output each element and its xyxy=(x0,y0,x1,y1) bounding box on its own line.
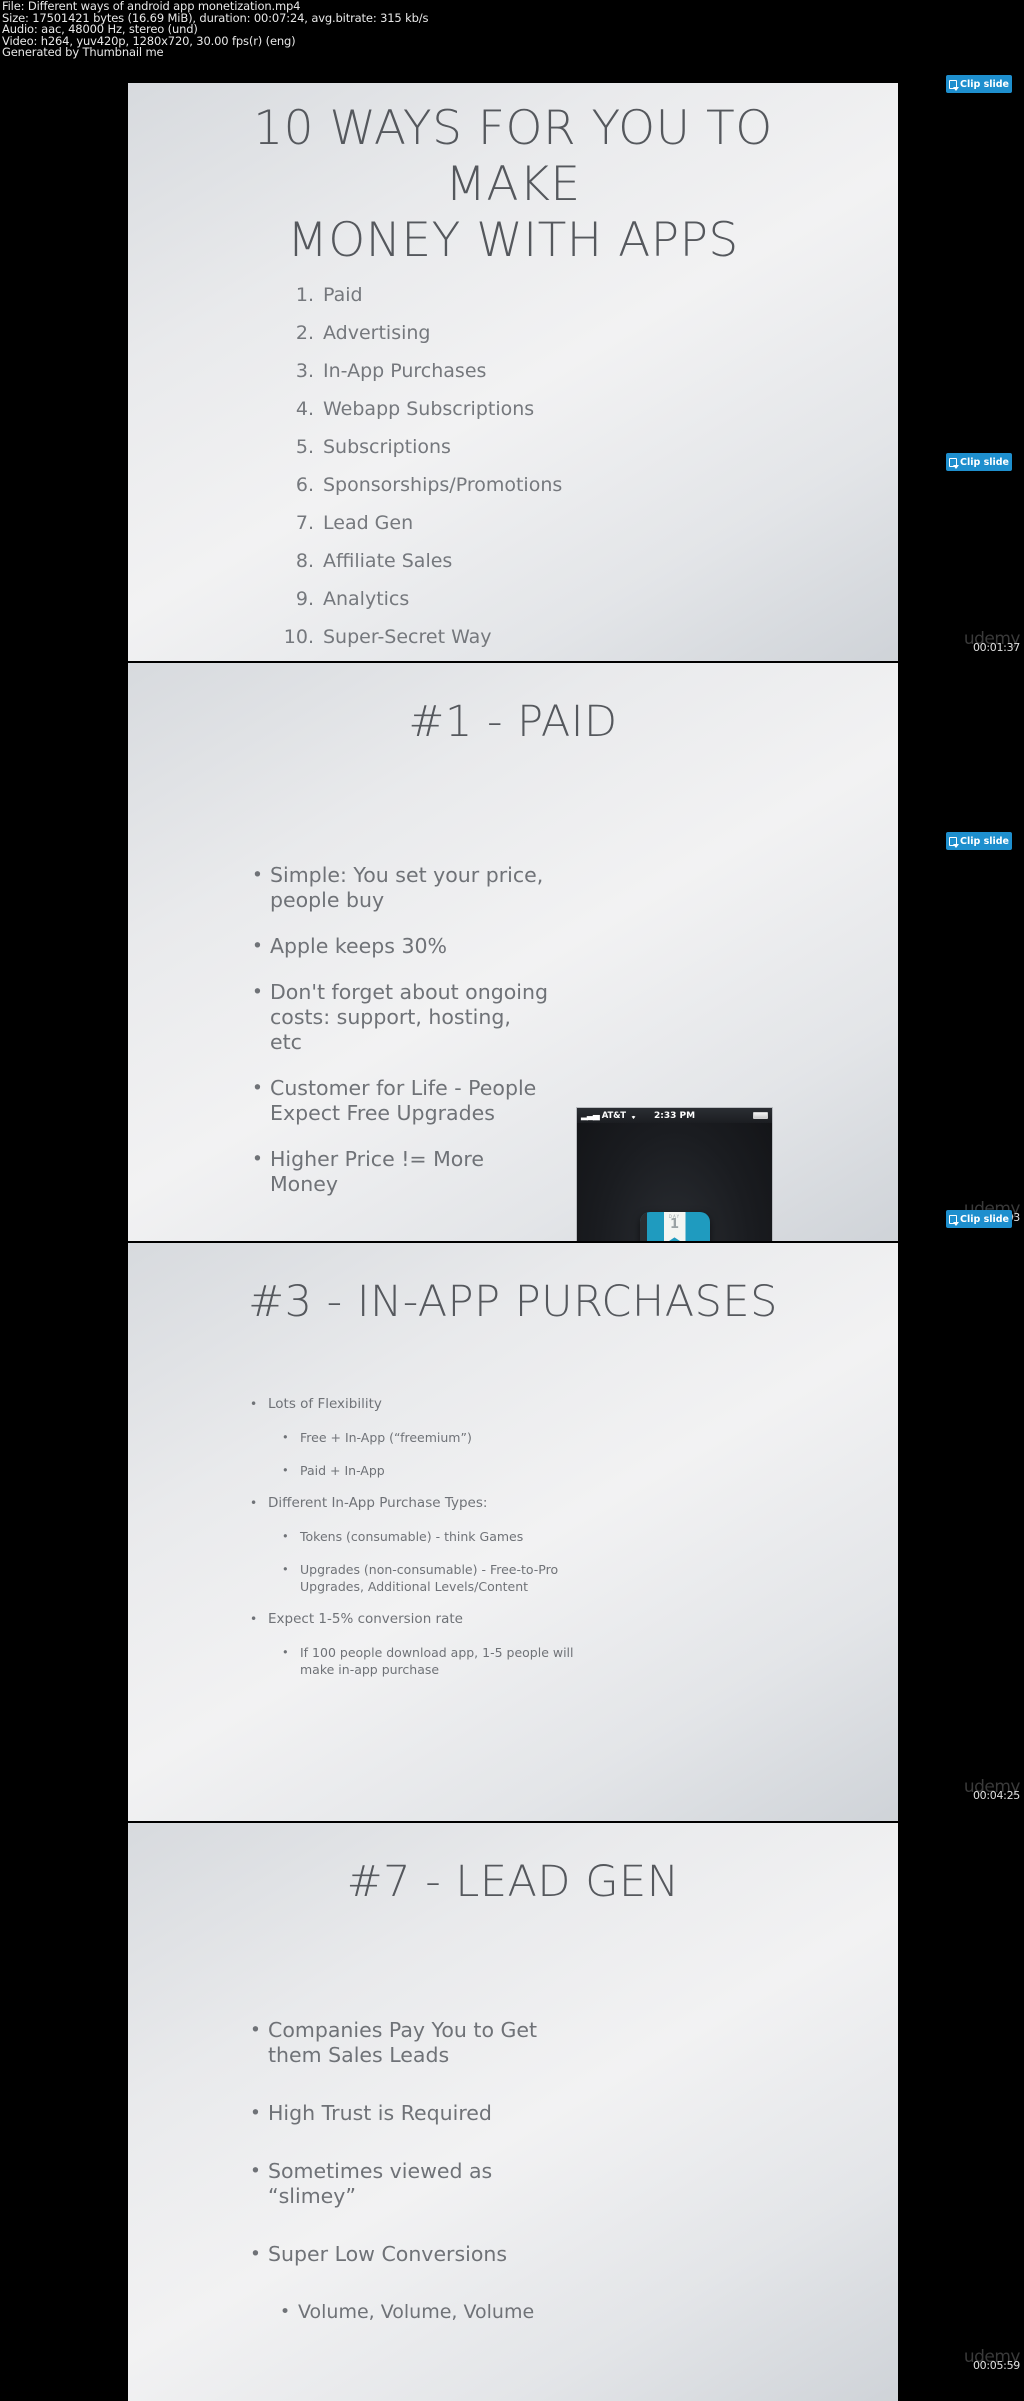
slide-thumbnail-4[interactable]: #7 - LEAD GEN Companies Pay You to Get t… xyxy=(128,1823,898,2401)
list-item-number: 1. xyxy=(295,284,314,306)
bullet-item: Volume, Volume, Volume xyxy=(276,2300,566,2325)
clip-slide-label: Clip slide xyxy=(959,1213,1009,1225)
list-item: 7. Lead Gen xyxy=(280,504,562,542)
bullet-item: Sometimes viewed as “slimey” xyxy=(246,2159,566,2209)
slide-grid: 10 WAYS FOR YOU TO MAKE MONEY WITH APPS … xyxy=(128,83,898,2401)
timestamp-badge-1: udemy 00:01:37 xyxy=(930,631,1024,655)
timestamp-value: 00:04:25 xyxy=(972,1789,1020,1802)
list-item-label: In-App Purchases xyxy=(323,360,487,382)
list-item-number: 3. xyxy=(295,360,314,382)
clip-slide-icon xyxy=(948,457,959,469)
slide-4-title: #7 - LEAD GEN xyxy=(346,1857,680,1907)
list-item-label: Subscriptions xyxy=(323,436,451,458)
bullet-item: Apple keeps 30% xyxy=(248,934,548,959)
list-item-number: 2. xyxy=(295,322,314,344)
list-item-label: Paid xyxy=(323,284,363,306)
right-rail: Clip slide udemy 00:01:37 Clip slide ude… xyxy=(930,0,1024,2387)
list-item-label: Webapp Subscriptions xyxy=(323,398,535,420)
slide-1-title-line-1: 10 WAYS FOR YOU TO MAKE xyxy=(253,101,773,212)
bullet-item: Paid + In-App xyxy=(278,1462,576,1479)
list-item-label: Sponsorships/Promotions xyxy=(323,474,563,496)
list-item: 5. Subscriptions xyxy=(280,428,562,466)
clip-slide-label: Clip slide xyxy=(959,456,1009,468)
list-item-label: Analytics xyxy=(323,588,410,610)
list-item: 8. Affiliate Sales xyxy=(280,542,562,580)
slide-2-title: #1 - PAID xyxy=(408,697,618,747)
list-item: 3. In-App Purchases xyxy=(280,352,562,390)
list-item: 2. Advertising xyxy=(280,314,562,352)
timestamp-value: 00:05:59 xyxy=(972,2359,1020,2372)
bullet-item: Expect 1-5% conversion rate xyxy=(246,1611,576,1628)
bullet-item: Tokens (consumable) - think Games xyxy=(278,1528,576,1545)
icon-ribbon: DAY 1 xyxy=(663,1211,686,1241)
clip-slide-button-4[interactable]: Clip slide xyxy=(946,1210,1012,1228)
list-item-number: 10. xyxy=(283,626,314,648)
slide-thumbnail-3[interactable]: #3 - IN-APP PURCHASES Lots of Flexibilit… xyxy=(128,1243,898,1821)
ribbon-number: 1 xyxy=(669,1216,680,1232)
clip-slide-button-3[interactable]: Clip slide xyxy=(946,832,1012,850)
bullet-item: Customer for Life - People Expect Free U… xyxy=(248,1076,548,1126)
clip-slide-icon xyxy=(948,836,959,848)
list-item: 1. Paid xyxy=(280,276,562,314)
list-item-label: Affiliate Sales xyxy=(323,550,453,572)
list-item-number: 4. xyxy=(295,398,314,420)
bullet-item: High Trust is Required xyxy=(246,2101,566,2126)
video-metadata: File: Different ways of android app mone… xyxy=(2,0,702,60)
bullet-item: Upgrades (non-consumable) - Free-to-Pro … xyxy=(278,1561,576,1595)
list-item-number: 6. xyxy=(295,474,314,496)
slide-3-bullets: Lots of Flexibility Free + In-App (“free… xyxy=(246,1396,576,1694)
slide-1-title: 10 WAYS FOR YOU TO MAKE MONEY WITH APPS xyxy=(128,101,898,269)
slide-2-bullets: Simple: You set your price, people buy A… xyxy=(248,863,548,1218)
bullet-item: Different In-App Purchase Types: xyxy=(246,1495,576,1512)
icon-spine xyxy=(639,1211,647,1241)
slide-1-numbered-list: 1. Paid 2. Advertising 3. In-App Purchases … xyxy=(280,276,563,656)
timestamp-badge-3: udemy 00:04:25 xyxy=(930,1779,1024,1803)
meta-line-generator: Generated by Thumbnail me xyxy=(2,45,164,60)
clip-slide-icon xyxy=(948,1214,959,1226)
list-item-number: 7. xyxy=(295,512,314,534)
day-one-app-icon: DAY 1 xyxy=(639,1211,710,1241)
bullet-item: Lots of Flexibility xyxy=(246,1396,576,1413)
list-item-number: 8. xyxy=(295,550,314,572)
list-item: 9. Analytics xyxy=(280,580,562,618)
clip-slide-button-2[interactable]: Clip slide xyxy=(946,453,1012,471)
clip-slide-icon xyxy=(948,79,959,91)
timestamp-value: 00:01:37 xyxy=(972,641,1020,654)
bullet-item: Don't forget about ongoing costs: suppor… xyxy=(248,980,548,1055)
list-item: 10. Super-Secret Way xyxy=(280,618,562,656)
list-item-label: Advertising xyxy=(323,322,431,344)
clip-slide-button-1[interactable]: Clip slide xyxy=(946,75,1012,93)
day-one-splash: DAY 1 DAY ONE xyxy=(577,1123,772,1241)
phone-screenshot-day-one: ▂▃▄ AT&T 2:33 PM DAY 1 xyxy=(576,1107,773,1241)
list-item-label: Lead Gen xyxy=(323,512,414,534)
list-item: 4. Webapp Subscriptions xyxy=(280,390,562,428)
slide-4-bullets: Companies Pay You to Get them Sales Lead… xyxy=(246,2018,566,2358)
list-item: 6. Sponsorships/Promotions xyxy=(280,466,562,504)
bullet-item: If 100 people download app, 1-5 people w… xyxy=(278,1644,576,1678)
battery-icon xyxy=(753,1112,768,1119)
status-clock: 2:33 PM xyxy=(653,1110,696,1121)
slide-thumbnail-1[interactable]: 10 WAYS FOR YOU TO MAKE MONEY WITH APPS … xyxy=(128,83,898,661)
clip-slide-label: Clip slide xyxy=(959,78,1009,90)
bullet-item: Free + In-App (“freemium”) xyxy=(278,1429,576,1446)
timestamp-badge-4: udemy 00:05:59 xyxy=(930,2349,1024,2373)
bullet-item: Higher Price != More Money xyxy=(248,1147,548,1197)
slide-1-title-line-2: MONEY WITH APPS xyxy=(287,213,739,268)
ribbon-top-label: DAY xyxy=(668,1213,681,1219)
list-item-number: 9. xyxy=(295,588,314,610)
bullet-item: Simple: You set your price, people buy xyxy=(248,863,548,913)
slide-thumbnail-2[interactable]: #1 - PAID Simple: You set your price, pe… xyxy=(128,663,898,1241)
bullet-item: Super Low Conversions xyxy=(246,2242,566,2267)
slide-3-title: #3 - IN-APP PURCHASES xyxy=(248,1277,778,1327)
list-item-label: Super-Secret Way xyxy=(323,626,492,648)
clip-slide-label: Clip slide xyxy=(959,835,1009,847)
bullet-item: Companies Pay You to Get them Sales Lead… xyxy=(246,2018,566,2068)
list-item-number: 5. xyxy=(295,436,314,458)
ios-status-bar: ▂▃▄ AT&T 2:33 PM xyxy=(577,1108,772,1123)
